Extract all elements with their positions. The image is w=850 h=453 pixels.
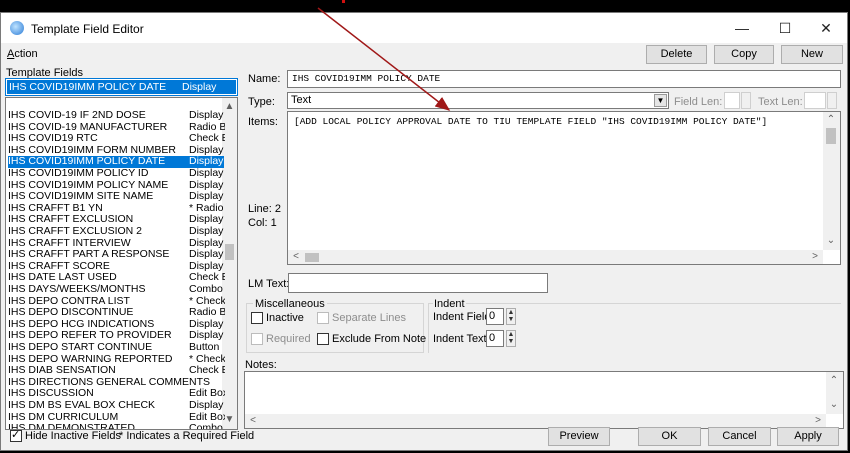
annotation-mark [342,0,345,3]
annotation-overlay [317,0,451,111]
annotation-arrow [317,7,451,111]
